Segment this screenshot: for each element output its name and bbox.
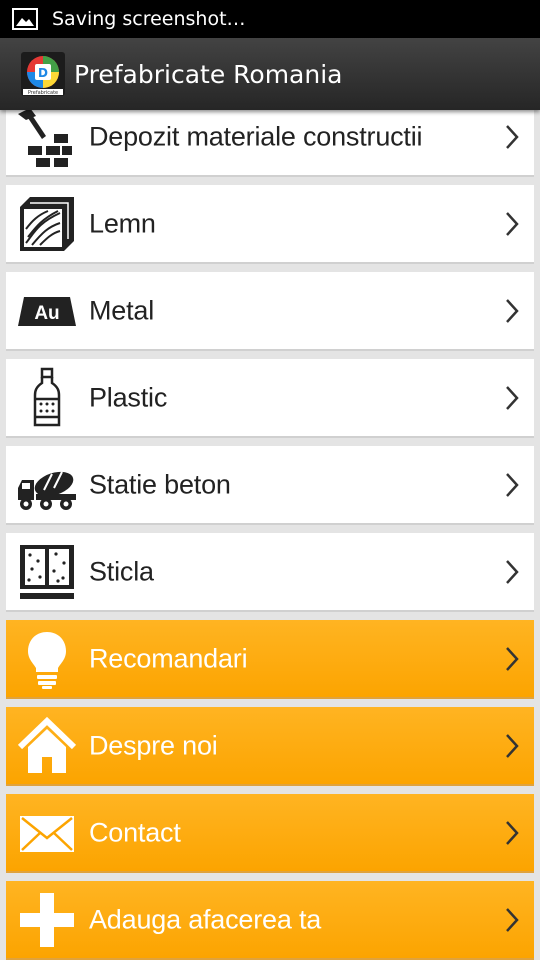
menu-item-label: Sticla [89,556,154,586]
menu-list: Depozit materiale constructii Lemn Au Me… [0,110,540,960]
app-title: Prefabricate Romania [74,59,343,89]
concrete-mixer-truck-icon [18,471,76,510]
plastic-bottle-icon [33,367,61,426]
menu-item-label: Recomandari [89,643,248,673]
glass-window-icon [20,544,74,599]
menu-item-label: Contact [89,817,181,847]
menu-item-despre-noi[interactable]: Despre noi [6,707,534,786]
plus-icon [20,892,74,947]
home-icon [17,716,77,773]
chevron-right-icon [506,124,519,149]
menu-item-sticla[interactable]: Sticla [6,533,534,612]
chevron-right-icon [506,385,519,410]
chevron-right-icon [506,733,519,758]
lightbulb-icon [28,631,66,689]
hammer-bricks-icon [18,110,72,167]
svg-text:Au: Au [34,303,59,324]
picture-icon [12,8,38,30]
menu-item-label: Statie beton [89,469,231,499]
chevron-right-icon [506,907,519,932]
menu-item-depozit[interactable]: Depozit materiale constructii [6,110,534,177]
envelope-icon [20,815,74,852]
chevron-right-icon [506,298,519,323]
menu-item-label: Metal [89,295,155,325]
chevron-right-icon [506,559,519,584]
menu-item-statie-beton[interactable]: Statie beton [6,446,534,525]
app-logo-icon[interactable]: D Prefabricate [21,52,65,96]
chevron-right-icon [506,820,519,845]
menu-item-adauga-afacerea[interactable]: Adauga afacerea ta [6,881,534,960]
chevron-right-icon [506,646,519,671]
svg-text:Prefabricate: Prefabricate [28,90,58,96]
menu-item-label: Lemn [89,208,156,238]
menu-item-recomandari[interactable]: Recomandari [6,620,534,699]
menu-item-lemn[interactable]: Lemn [6,185,534,264]
menu-item-contact[interactable]: Contact [6,794,534,873]
chevron-right-icon [506,472,519,497]
menu-item-metal[interactable]: Au Metal [6,272,534,351]
svg-text:D: D [38,66,48,80]
chevron-right-icon [506,211,519,236]
gold-bar-icon: Au [18,296,76,326]
menu-item-label: Adauga afacerea ta [89,904,322,934]
status-bar: Saving screenshot… [0,0,540,38]
wood-icon [20,196,74,251]
status-text: Saving screenshot… [52,8,246,30]
menu-item-plastic[interactable]: Plastic [6,359,534,438]
menu-item-label: Plastic [89,382,168,412]
menu-item-label: Depozit materiale constructii [89,121,423,151]
menu-item-label: Despre noi [89,730,218,760]
action-bar: D Prefabricate Prefabricate Romania [0,38,540,110]
